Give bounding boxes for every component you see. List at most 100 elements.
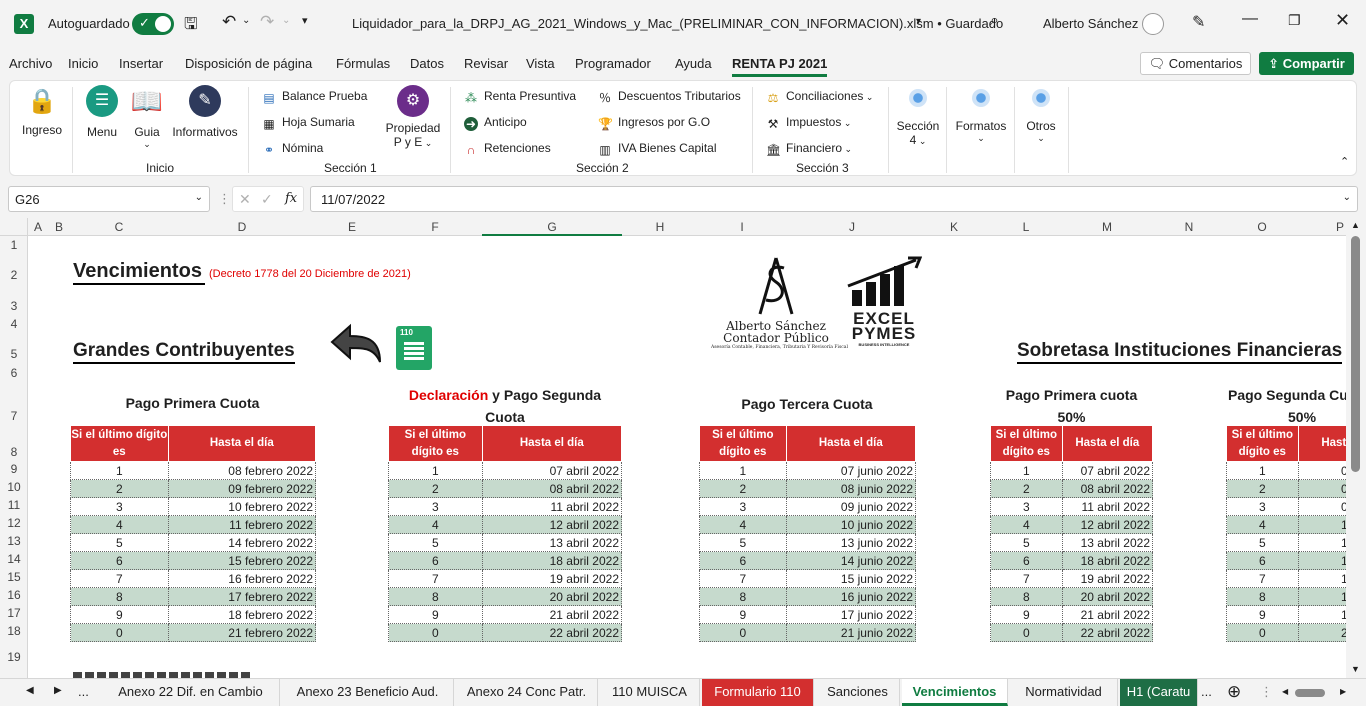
due-date-cell[interactable]: 15 junio 2022: [785, 569, 917, 588]
due-date-cell[interactable]: 16 junio: [1297, 587, 1346, 606]
row-header[interactable]: 12: [0, 516, 28, 530]
digit-cell[interactable]: 0: [990, 623, 1063, 642]
digit-cell[interactable]: 0: [388, 623, 483, 642]
propiedad-button[interactable]: ⚙ Propiedad P y E ⌄: [384, 85, 442, 155]
digit-cell[interactable]: 8: [388, 587, 483, 606]
column-header[interactable]: E: [316, 220, 388, 234]
name-box-dropdown-icon[interactable]: ⌄: [195, 192, 203, 203]
row-header[interactable]: 10: [0, 480, 28, 494]
financiero-button[interactable]: 🏛 Financiero ⌄: [766, 141, 852, 157]
seccion4-button[interactable]: Sección 4 ⌄: [894, 89, 942, 149]
hoja-sumaria-button[interactable]: ▦ Hoja Sumaria: [262, 115, 354, 131]
column-header[interactable]: C: [70, 220, 168, 234]
add-sheet-icon[interactable]: ⊕: [1227, 682, 1241, 702]
row-header[interactable]: 19: [0, 650, 28, 664]
row-header[interactable]: 11: [0, 498, 28, 512]
column-header[interactable]: I: [698, 220, 786, 234]
menu-button[interactable]: ☰ Menu: [80, 85, 124, 145]
due-date-cell[interactable]: 17 junio: [1297, 605, 1346, 624]
column-header[interactable]: N: [1152, 220, 1226, 234]
due-date-cell[interactable]: 07 junio: [1297, 461, 1346, 480]
digit-cell[interactable]: 8: [699, 587, 787, 606]
due-date-cell[interactable]: 21 febrero 2022: [167, 623, 317, 642]
tab-renta-pj[interactable]: RENTA PJ 2021: [732, 56, 828, 77]
due-date-cell[interactable]: 11 abril 2022: [481, 497, 623, 516]
insert-function-icon[interactable]: fx: [285, 191, 297, 206]
enter-icon[interactable]: ✓: [261, 191, 273, 208]
tab-datos[interactable]: Datos: [410, 56, 444, 71]
next-sheet-icon[interactable]: ▶: [54, 685, 62, 696]
retenciones-button[interactable]: ∩ Retenciones: [464, 141, 551, 157]
digit-cell[interactable]: 2: [388, 479, 483, 498]
autosave-toggle[interactable]: ✓: [132, 13, 174, 35]
hscroll-left-icon[interactable]: ◀: [1282, 687, 1288, 696]
digit-cell[interactable]: 1: [388, 461, 483, 480]
digit-cell[interactable]: 6: [388, 551, 483, 570]
digit-cell[interactable]: 6: [1226, 551, 1299, 570]
row-header[interactable]: 6: [0, 366, 28, 380]
sheet-tab[interactable]: Anexo 23 Beneficio Aud.: [282, 679, 454, 706]
digit-cell[interactable]: 7: [388, 569, 483, 588]
due-date-cell[interactable]: 22 abril 2022: [481, 623, 623, 642]
digit-cell[interactable]: 3: [990, 497, 1063, 516]
due-date-cell[interactable]: 08 febrero 2022: [167, 461, 317, 480]
due-date-cell[interactable]: 14 febrero 2022: [167, 533, 317, 552]
digit-cell[interactable]: 5: [699, 533, 787, 552]
due-date-cell[interactable]: 19 abril 2022: [481, 569, 623, 588]
anticipo-button[interactable]: ➜ Anticipo: [464, 115, 527, 131]
digit-cell[interactable]: 3: [699, 497, 787, 516]
restore-icon[interactable]: ❐: [1288, 12, 1301, 29]
digit-cell[interactable]: 7: [990, 569, 1063, 588]
due-date-cell[interactable]: 17 febrero 2022: [167, 587, 317, 606]
column-header[interactable]: A: [28, 220, 48, 234]
row-header[interactable]: 1: [0, 238, 28, 252]
row-header[interactable]: 17: [0, 606, 28, 620]
column-header[interactable]: B: [48, 220, 70, 234]
due-date-cell[interactable]: 21 junio: [1297, 623, 1346, 642]
name-box[interactable]: G26 ⌄: [8, 186, 210, 212]
formula-input[interactable]: 11/07/2022 ⌄: [310, 186, 1358, 212]
comments-button[interactable]: 🗨 Comentarios: [1140, 52, 1251, 75]
digit-cell[interactable]: 4: [1226, 515, 1299, 534]
due-date-cell[interactable]: 21 abril 2022: [1061, 605, 1154, 624]
tab-disposicion[interactable]: Disposición de página: [185, 56, 312, 71]
tab-ayuda[interactable]: Ayuda: [675, 56, 712, 71]
search-icon[interactable]: ⌕: [990, 12, 999, 30]
column-header[interactable]: J: [786, 220, 918, 234]
sheet-tab-active[interactable]: Vencimientos: [902, 679, 1008, 706]
more-options-icon[interactable]: ⋮: [218, 191, 231, 207]
balance-prueba-button[interactable]: ▤ Balance Prueba: [262, 89, 367, 105]
informativos-button[interactable]: ✎ Informativos: [168, 85, 242, 145]
ingresos-go-button[interactable]: 🏆 Ingresos por G.O: [598, 115, 710, 131]
due-date-cell[interactable]: 14 junio 2022: [785, 551, 917, 570]
share-button[interactable]: ⇪ Compartir: [1259, 52, 1354, 75]
row-header[interactable]: 3: [0, 299, 28, 313]
tab-vista[interactable]: Vista: [526, 56, 555, 71]
ingreso-button[interactable]: 🔒 Ingreso: [18, 87, 66, 147]
due-date-cell[interactable]: 08 junio 2022: [785, 479, 917, 498]
column-header[interactable]: L: [990, 220, 1062, 234]
digit-cell[interactable]: 2: [70, 479, 169, 498]
column-header-selected[interactable]: G: [482, 220, 622, 236]
digit-cell[interactable]: 5: [388, 533, 483, 552]
due-date-cell[interactable]: 10 junio 2022: [785, 515, 917, 534]
collapse-ribbon-icon[interactable]: ⌃: [1340, 155, 1349, 168]
expand-formula-icon[interactable]: ⌄: [1343, 192, 1351, 203]
due-date-cell[interactable]: 12 abril 2022: [1061, 515, 1154, 534]
tab-programador[interactable]: Programador: [575, 56, 651, 71]
digit-cell[interactable]: 3: [1226, 497, 1299, 516]
digit-cell[interactable]: 2: [699, 479, 787, 498]
vertical-scrollbar[interactable]: ▲ ▼: [1346, 218, 1366, 678]
due-date-cell[interactable]: 10 febrero 2022: [167, 497, 317, 516]
due-date-cell[interactable]: 08 junio: [1297, 479, 1346, 498]
due-date-cell[interactable]: 17 junio 2022: [785, 605, 917, 624]
due-date-cell[interactable]: 15 febrero 2022: [167, 551, 317, 570]
digit-cell[interactable]: 5: [1226, 533, 1299, 552]
due-date-cell[interactable]: 19 abril 2022: [1061, 569, 1154, 588]
digit-cell[interactable]: 8: [1226, 587, 1299, 606]
column-header[interactable]: H: [622, 220, 698, 234]
formatos-button[interactable]: Formatos ⌄: [952, 89, 1010, 149]
minimize-icon[interactable]: —: [1242, 10, 1258, 28]
digit-cell[interactable]: 3: [388, 497, 483, 516]
back-arrow-icon[interactable]: [328, 320, 388, 370]
